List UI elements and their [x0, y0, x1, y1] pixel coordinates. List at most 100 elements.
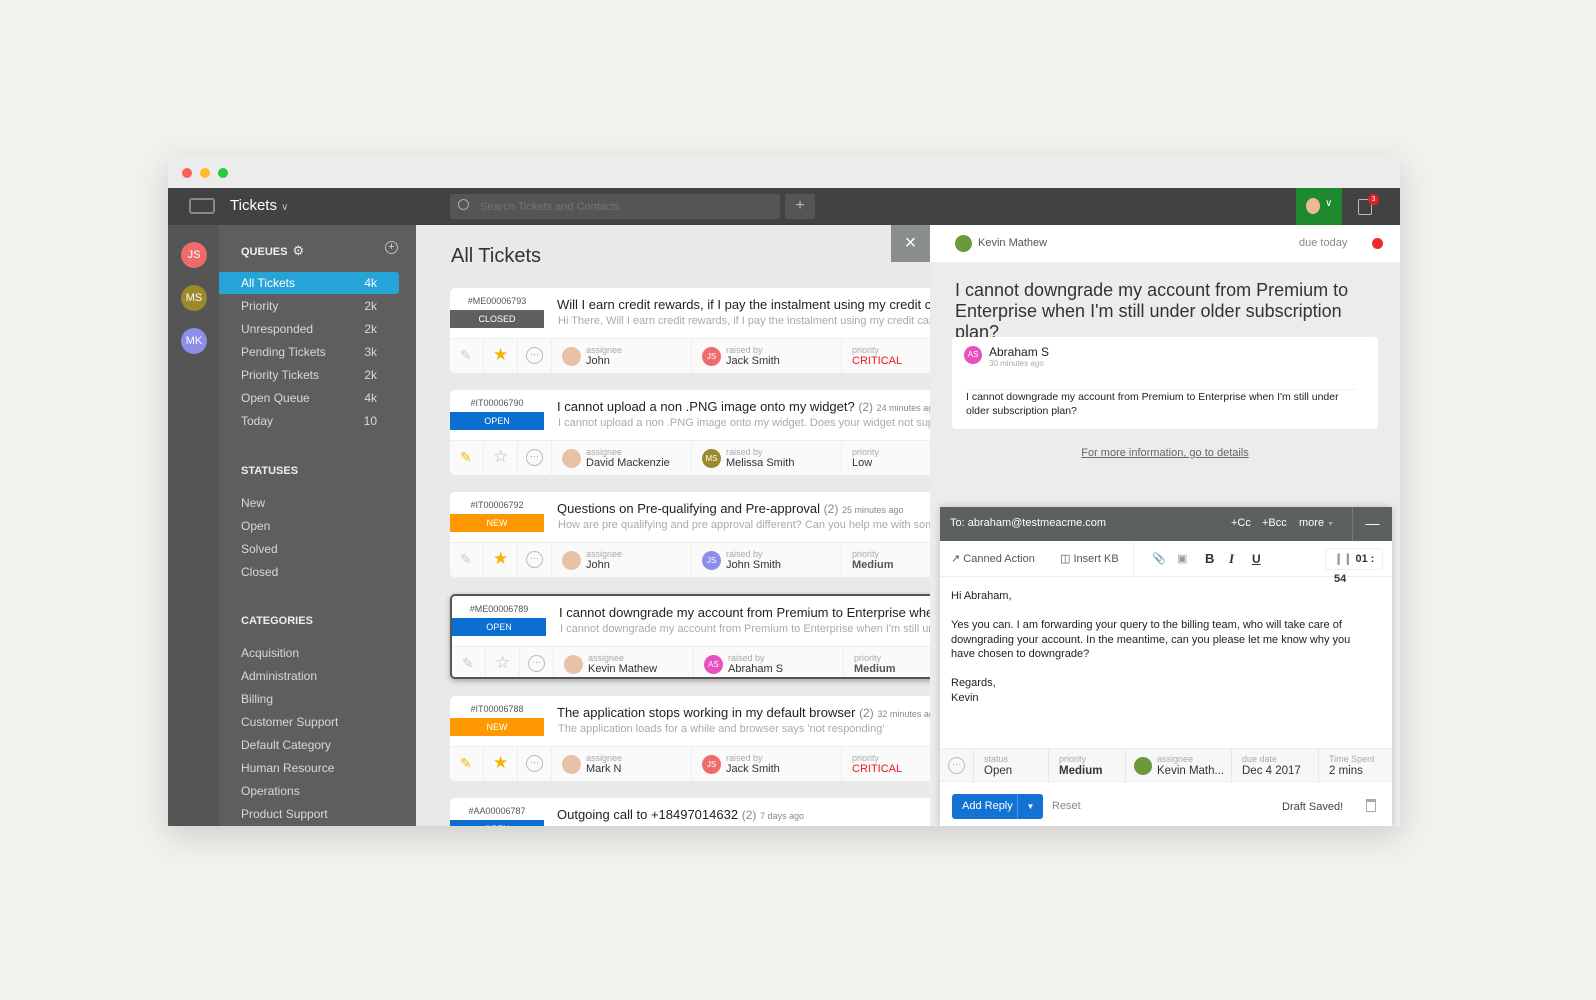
field-label: status	[984, 754, 1009, 764]
search-box[interactable]	[450, 194, 780, 219]
sidebar-item-category[interactable]: Acquisition	[219, 642, 399, 664]
underline-button[interactable]: U	[1252, 541, 1261, 577]
gear-icon[interactable]: ⚙	[292, 243, 304, 258]
attachment-icon[interactable]: 📎	[1152, 541, 1166, 577]
close-window-button[interactable]	[182, 168, 192, 178]
sidebar-item-category[interactable]: Administration	[219, 665, 399, 687]
pin-icon[interactable]: ✎	[460, 347, 472, 364]
bcc-button[interactable]: +Bcc	[1262, 517, 1287, 529]
ticket-card[interactable]: #ME00006793 CLOSED Will I earn credit rewa…	[450, 288, 930, 373]
pin-cell: ✎	[450, 543, 484, 577]
cc-button[interactable]: +Cc	[1231, 517, 1251, 529]
ticket-title[interactable]: Questions on Pre-qualifying and Pre-appr…	[557, 501, 904, 516]
bold-button[interactable]: B	[1205, 541, 1214, 577]
statuses-heading: STATUSES	[241, 465, 299, 477]
star-icon[interactable]: ★	[493, 753, 508, 773]
reply-body[interactable]: Hi Abraham, Yes you can. I am forwarding …	[951, 589, 1371, 705]
reply-field-assignee[interactable]: assignee Kevin Math...	[1125, 749, 1231, 783]
ticket-title[interactable]: I cannot downgrade my account from Premi…	[559, 605, 930, 620]
pin-icon[interactable]: ✎	[460, 449, 472, 466]
ticket-title[interactable]: Will I earn credit rewards, if I pay the…	[557, 297, 930, 312]
ticket-card[interactable]: #IT00006790 OPEN I cannot upload a non .PN…	[450, 390, 930, 475]
details-link[interactable]: For more information, go to details	[930, 447, 1400, 459]
reset-button[interactable]: Reset	[1052, 800, 1081, 812]
menu-icon[interactable]	[189, 198, 215, 214]
more-options-icon[interactable]: ···	[526, 755, 543, 772]
search-input[interactable]	[480, 194, 770, 219]
sidebar-item-queue[interactable]: Today 10	[219, 410, 399, 432]
more-options-icon[interactable]: ···	[526, 551, 543, 568]
sidebar-item-queue[interactable]: Priority 2k	[219, 295, 399, 317]
assignee-avatar	[562, 755, 581, 774]
raised-by-avatar: AS	[704, 655, 723, 674]
add-button[interactable]: +	[785, 194, 815, 219]
image-icon[interactable]: ▣	[1177, 541, 1187, 577]
ticket-card[interactable]: #AA00006787 OPEN Outgoing call to +1849701…	[450, 798, 930, 826]
minimize-window-button[interactable]	[200, 168, 210, 178]
sidebar-item-category[interactable]: Default Category	[219, 734, 399, 756]
more-options-icon[interactable]: ···	[526, 449, 543, 466]
sidebar-item-status[interactable]: Solved	[219, 538, 399, 560]
app-switcher[interactable]: Tickets ∨	[230, 197, 288, 214]
field-value: Medium	[1059, 765, 1103, 777]
author-name: Abraham S	[989, 345, 1050, 359]
field-label: assignee	[1157, 754, 1194, 764]
sidebar-item-status[interactable]: New	[219, 492, 399, 514]
user-menu-button[interactable]: ∨	[1296, 188, 1342, 225]
sidebar-item-status[interactable]: Closed	[219, 561, 399, 583]
add-reply-button[interactable]: Add Reply ▼	[952, 794, 1043, 819]
star-icon[interactable]: ★	[493, 345, 508, 365]
reply-field-priority[interactable]: priority Medium	[1048, 749, 1125, 783]
sidebar-item-queue[interactable]: All Tickets 4k	[219, 272, 399, 294]
raised-by-cell: MS raised by Melissa Smith	[692, 441, 842, 475]
raised-by-label: raised by	[726, 345, 763, 355]
sidebar-item-category[interactable]: Product Support	[219, 803, 399, 825]
ticket-title[interactable]: The application stops working in my defa…	[557, 705, 930, 720]
pin-icon[interactable]: ✎	[462, 655, 474, 672]
canned-action-button[interactable]: ↗ Canned Action	[951, 541, 1035, 577]
more-options-icon[interactable]: ···	[528, 655, 545, 672]
sidebar-item-category[interactable]: Human Resource	[219, 757, 399, 779]
ticket-title[interactable]: Outgoing call to +18497014632 (2) 7 days…	[557, 807, 804, 822]
more-options-icon[interactable]: ···	[948, 757, 965, 774]
ticket-card[interactable]: #IT00006792 NEW Questions on Pre-qualifyin…	[450, 492, 930, 577]
raised-by-name: Melissa Smith	[726, 457, 795, 469]
to-field[interactable]: To: abraham@testmeacme.com	[950, 517, 1106, 529]
sidebar-item-queue[interactable]: Pending Tickets 3k	[219, 341, 399, 363]
caret-down-icon[interactable]: ▼	[1017, 794, 1043, 819]
star-icon[interactable]: ★	[493, 549, 508, 569]
italic-button[interactable]: I	[1229, 541, 1234, 577]
maximize-window-button[interactable]	[218, 168, 228, 178]
more-options-icon[interactable]: ···	[526, 347, 543, 364]
reply-field-status[interactable]: status Open	[973, 749, 1048, 783]
ticket-card[interactable]: #ME00006789 OPEN I cannot downgrade my acc…	[450, 594, 930, 679]
agent-avatar[interactable]: MS	[181, 285, 207, 311]
close-panel-button[interactable]: ×	[891, 225, 930, 262]
minimize-composer-button[interactable]: —	[1352, 507, 1392, 541]
sidebar-item-status[interactable]: Open	[219, 515, 399, 537]
trash-icon[interactable]	[1366, 799, 1376, 812]
ticket-title[interactable]: I cannot upload a non .PNG image onto my…	[557, 399, 930, 414]
assignee-label: assignee	[586, 345, 623, 355]
app-window: Tickets ∨ + ∨ 3 JS MS MK QUEUES ⚙ + All Ticke…	[168, 155, 1400, 826]
timer[interactable]: ❙❙ 01 : 54	[1325, 548, 1383, 585]
sidebar-item-queue[interactable]: Priority Tickets 2k	[219, 364, 399, 386]
agent-avatar[interactable]: MK	[181, 328, 207, 354]
sidebar-item-category[interactable]: Customer Support	[219, 711, 399, 733]
sidebar-item-category[interactable]: Billing	[219, 688, 399, 710]
sidebar-item-queue[interactable]: Unresponded 2k	[219, 318, 399, 340]
insert-kb-button[interactable]: ◫ Insert KB	[1060, 541, 1119, 577]
pin-icon[interactable]: ✎	[460, 551, 472, 568]
add-queue-icon[interactable]: +	[385, 241, 398, 254]
sidebar-item-category[interactable]: Operations	[219, 780, 399, 802]
star-icon[interactable]: ☆	[493, 447, 508, 467]
pin-icon[interactable]: ✎	[460, 755, 472, 772]
reply-field-time-spent[interactable]: Time Spent 2 mins	[1318, 749, 1392, 783]
agent-avatar[interactable]: JS	[181, 242, 207, 268]
star-icon[interactable]: ☆	[495, 653, 510, 673]
more-button[interactable]: more ▼	[1299, 517, 1334, 529]
reply-field-due-date[interactable]: due date Dec 4 2017	[1231, 749, 1318, 783]
ticket-title-text: Will I earn credit rewards, if I pay the…	[557, 297, 930, 312]
ticket-card[interactable]: #IT00006788 NEW The application stops work…	[450, 696, 930, 781]
sidebar-item-queue[interactable]: Open Queue 4k	[219, 387, 399, 409]
